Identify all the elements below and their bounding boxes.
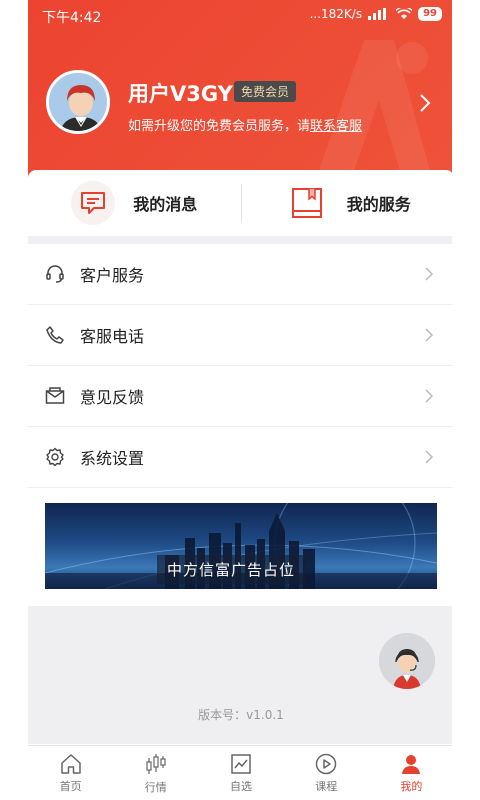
upgrade-hint: 如需升级您的免费会员服务，请联系客服: [128, 115, 362, 134]
menu-item-feedback[interactable]: 意见反馈: [28, 366, 454, 427]
avatar-person-icon: [49, 73, 107, 131]
bottom-tab-bar: 首页 行情 自选 课程 我的: [28, 745, 454, 800]
banner-text: 中方信富广告占位: [157, 555, 306, 584]
tab-market[interactable]: 行情: [113, 746, 198, 800]
tab-label: 首页: [59, 779, 82, 793]
chevron-right-icon: [425, 450, 434, 464]
mail-icon: [44, 385, 66, 407]
battery-indicator: 99: [418, 7, 442, 21]
tab-label: 自选: [230, 779, 252, 793]
support-agent-icon: [379, 633, 435, 689]
menu-item-service-phone[interactable]: 客服电话: [28, 305, 454, 366]
section-gap: [28, 236, 454, 244]
chevron-right-icon[interactable]: [418, 93, 432, 113]
quick-actions: 我的消息 我的服务: [28, 170, 454, 236]
tab-home[interactable]: 首页: [28, 746, 113, 800]
footer-area: 版本号：v1.0.1: [28, 606, 454, 744]
tab-mine[interactable]: 我的: [369, 746, 454, 800]
menu-label: 意见反馈: [80, 388, 145, 407]
ad-banner[interactable]: 中方信富广告占位: [45, 503, 437, 589]
candlestick-icon: [146, 753, 166, 774]
chevron-right-icon: [425, 328, 434, 342]
chevron-right-icon: [425, 389, 434, 403]
my-services-label: 我的服务: [346, 195, 411, 214]
chart-icon: [231, 753, 251, 774]
menu-item-system-settings[interactable]: 系统设置: [28, 427, 454, 488]
frame-edge-right: [452, 0, 480, 800]
chevron-right-icon: [425, 267, 434, 281]
member-badge: 免费会员: [234, 81, 297, 102]
app-frame: 下午4:42 ...182K/s 99 用户V3GY 免费会员 如需升级您的免费…: [0, 0, 480, 800]
menu-label: 客户服务: [80, 266, 145, 285]
message-icon: [71, 181, 116, 225]
tab-watchlist[interactable]: 自选: [198, 746, 283, 800]
contact-service-link[interactable]: 联系客服: [310, 119, 362, 134]
menu-label: 客服电话: [80, 327, 145, 346]
frame-edge-left: [0, 0, 28, 800]
my-messages-button[interactable]: 我的消息: [28, 170, 241, 236]
upgrade-hint-text: 如需升级您的免费会员服务，请: [128, 119, 311, 134]
menu-item-customer-service[interactable]: 客户服务: [28, 244, 454, 305]
wifi-icon: [396, 8, 413, 19]
gear-icon: [44, 446, 66, 468]
tab-courses[interactable]: 课程: [284, 746, 369, 800]
avatar[interactable]: [46, 70, 110, 134]
customer-service-avatar-button[interactable]: [379, 633, 435, 689]
phone-icon: [44, 324, 66, 346]
status-bar: 下午4:42 ...182K/s 99: [28, 0, 454, 30]
play-icon: [315, 753, 337, 774]
settings-menu: 客户服务 客服电话 意见反馈 系统设置: [28, 244, 454, 488]
signal-icon: [368, 8, 387, 20]
status-indicators: ...182K/s 99: [310, 7, 442, 21]
headset-icon: [44, 263, 66, 285]
menu-label: 系统设置: [80, 449, 145, 468]
network-speed: ...182K/s: [309, 7, 363, 21]
person-icon: [402, 754, 421, 774]
home-icon: [60, 753, 81, 774]
version-text: 版本号：v1.0.1: [198, 708, 284, 722]
my-messages-label: 我的消息: [133, 195, 198, 214]
username: 用户V3GY: [128, 82, 233, 106]
bookmark-icon: [285, 181, 329, 225]
status-time: 下午4:42: [42, 10, 102, 26]
tab-label: 我的: [400, 779, 423, 793]
tab-label: 课程: [315, 779, 338, 793]
tab-label: 行情: [144, 780, 167, 794]
my-services-button[interactable]: 我的服务: [242, 170, 455, 236]
